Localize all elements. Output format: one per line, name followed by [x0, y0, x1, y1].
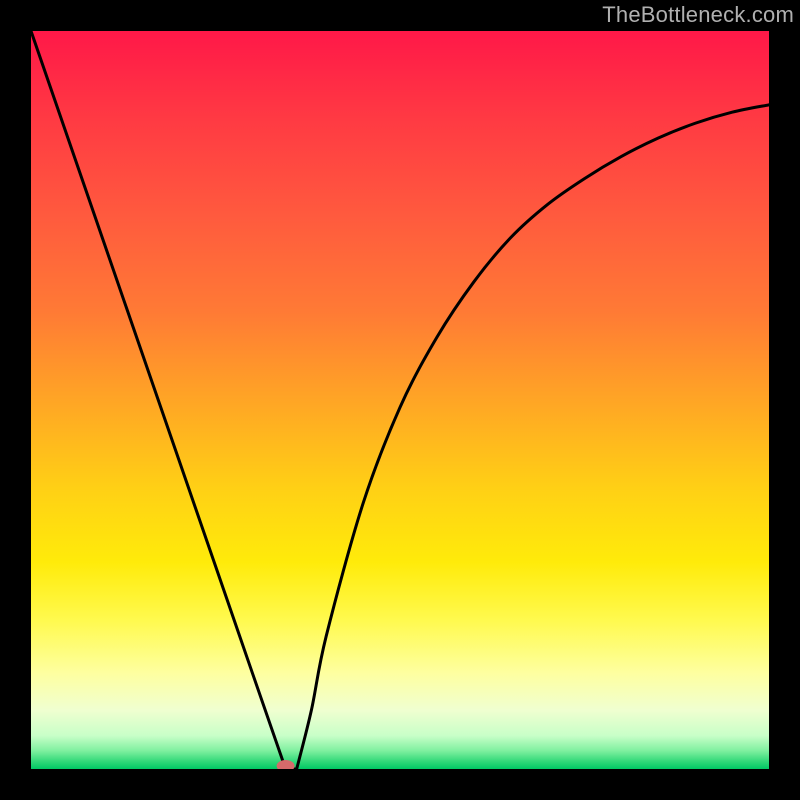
watermark-text: TheBottleneck.com: [602, 2, 794, 28]
chart-plot-area: [31, 31, 769, 769]
chart-container: TheBottleneck.com: [0, 0, 800, 800]
chart-svg: [31, 31, 769, 769]
gradient-background: [31, 31, 769, 769]
